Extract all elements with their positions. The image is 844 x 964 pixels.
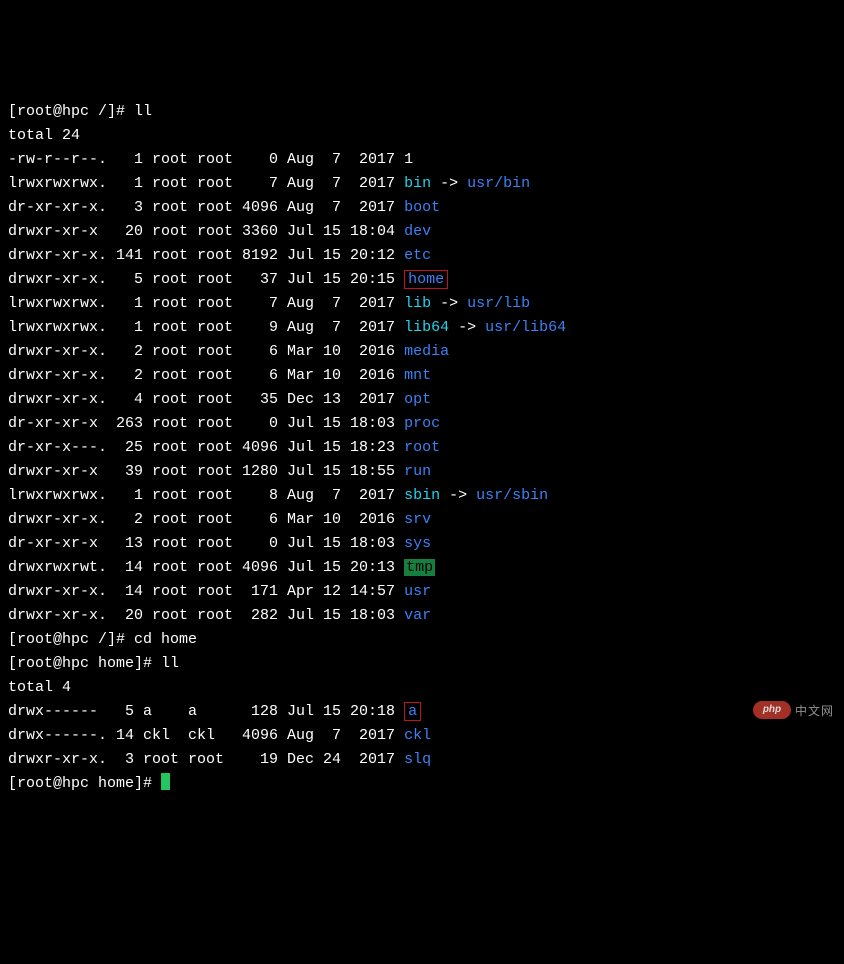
entry-sbin: sbin bbox=[404, 487, 440, 504]
listing-row: drwxr-xr-x. 14 root root 171 Apr 12 14:5… bbox=[8, 580, 836, 604]
entry-bin: bin bbox=[404, 175, 431, 192]
listing-row: drwxr-xr-x. 4 root root 35 Dec 13 2017 o… bbox=[8, 388, 836, 412]
listing-row: lrwxrwxrwx. 1 root root 9 Aug 7 2017 lib… bbox=[8, 316, 836, 340]
listing-row: drwx------. 14 ckl ckl 4096 Aug 7 2017 c… bbox=[8, 724, 836, 748]
entry-lib64: lib64 bbox=[404, 319, 449, 336]
cursor bbox=[161, 773, 170, 790]
listing-row: lrwxrwxrwx. 1 root root 8 Aug 7 2017 sbi… bbox=[8, 484, 836, 508]
listing-row: drwxr-xr-x. 2 root root 6 Mar 10 2016 mn… bbox=[8, 364, 836, 388]
prompt-line: [root@hpc /]# cd home bbox=[8, 628, 836, 652]
entry-home: home bbox=[404, 270, 448, 289]
entry-boot: boot bbox=[404, 199, 440, 216]
listing-row: dr-xr-xr-x. 3 root root 4096 Aug 7 2017 … bbox=[8, 196, 836, 220]
listing-row: drwxr-xr-x. 3 root root 19 Dec 24 2017 s… bbox=[8, 748, 836, 772]
watermark: php 中文网 bbox=[753, 701, 834, 719]
watermark-text: 中文网 bbox=[795, 702, 834, 719]
entry-proc: proc bbox=[404, 415, 440, 432]
listing-row: drwxrwxrwt. 14 root root 4096 Jul 15 20:… bbox=[8, 556, 836, 580]
listing-row: dr-xr-xr-x 13 root root 0 Jul 15 18:03 s… bbox=[8, 532, 836, 556]
entry-tmp: tmp bbox=[404, 559, 435, 576]
entry-opt: opt bbox=[404, 391, 431, 408]
prompt-line: [root@hpc home]# ll bbox=[8, 652, 836, 676]
listing-row: drwxr-xr-x. 2 root root 6 Mar 10 2016 sr… bbox=[8, 508, 836, 532]
entry-var: var bbox=[404, 607, 431, 624]
entry-usr: usr bbox=[404, 583, 431, 600]
listing-row: lrwxrwxrwx. 1 root root 7 Aug 7 2017 lib… bbox=[8, 292, 836, 316]
listing-row: drwxr-xr-x. 5 root root 37 Jul 15 20:15 … bbox=[8, 268, 836, 292]
listing-row: lrwxrwxrwx. 1 root root 7 Aug 7 2017 bin… bbox=[8, 172, 836, 196]
entry-1: 1 bbox=[404, 151, 413, 168]
php-logo: php bbox=[753, 701, 791, 719]
listing-row: drwx------ 5 a a 128 Jul 15 20:18 a bbox=[8, 700, 836, 724]
total-line: total 4 bbox=[8, 676, 836, 700]
listing-row: drwxr-xr-x. 20 root root 282 Jul 15 18:0… bbox=[8, 604, 836, 628]
entry-run: run bbox=[404, 463, 431, 480]
listing-row: drwxr-xr-x. 2 root root 6 Mar 10 2016 me… bbox=[8, 340, 836, 364]
listing-row: drwxr-xr-x 20 root root 3360 Jul 15 18:0… bbox=[8, 220, 836, 244]
entry-srv: srv bbox=[404, 511, 431, 528]
listing-row: drwxr-xr-x 39 root root 1280 Jul 15 18:5… bbox=[8, 460, 836, 484]
listing-row: dr-xr-x---. 25 root root 4096 Jul 15 18:… bbox=[8, 436, 836, 460]
entry-etc: etc bbox=[404, 247, 431, 264]
entry-sys: sys bbox=[404, 535, 431, 552]
entry-root: root bbox=[404, 439, 440, 456]
total-line: total 24 bbox=[8, 124, 836, 148]
entry-media: media bbox=[404, 343, 449, 360]
listing-row: dr-xr-xr-x 263 root root 0 Jul 15 18:03 … bbox=[8, 412, 836, 436]
entry-slq: slq bbox=[404, 751, 431, 768]
listing-row: drwxr-xr-x. 141 root root 8192 Jul 15 20… bbox=[8, 244, 836, 268]
entry-dev: dev bbox=[404, 223, 431, 240]
prompt-line[interactable]: [root@hpc home]# bbox=[8, 772, 836, 796]
entry-lib: lib bbox=[404, 295, 431, 312]
entry-mnt: mnt bbox=[404, 367, 431, 384]
entry-a: a bbox=[404, 702, 421, 721]
prompt-line: [root@hpc /]# ll bbox=[8, 100, 836, 124]
listing-row: -rw-r--r--. 1 root root 0 Aug 7 2017 1 bbox=[8, 148, 836, 172]
entry-ckl: ckl bbox=[404, 727, 431, 744]
terminal-output[interactable]: [root@hpc /]# lltotal 24-rw-r--r--. 1 ro… bbox=[8, 100, 836, 796]
